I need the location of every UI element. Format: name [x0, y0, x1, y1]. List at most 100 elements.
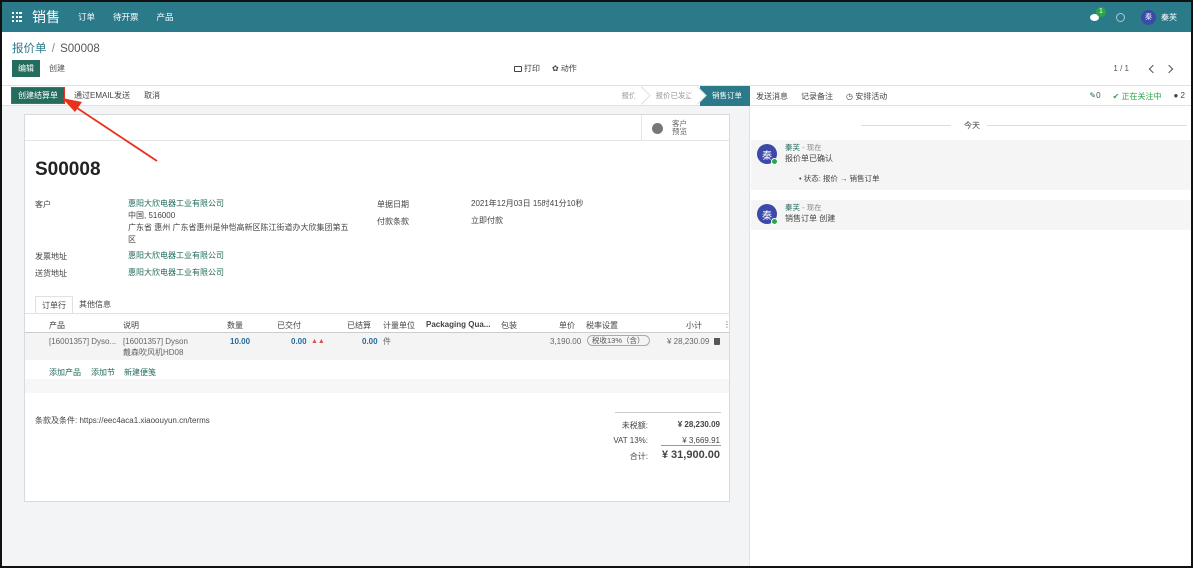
schedule-activity-button[interactable]: ◷ 安排活动: [846, 91, 887, 102]
edit-button[interactable]: 编辑: [12, 60, 40, 77]
col-package[interactable]: 包装: [501, 320, 517, 331]
tabs-divider: [25, 313, 729, 314]
attachment-button[interactable]: ✎0: [1089, 91, 1100, 102]
document-title: S00008: [35, 159, 101, 180]
sheet-button-box: 客户预览: [25, 115, 729, 141]
activity-clock-icon[interactable]: [1116, 12, 1125, 22]
stage-sales-order[interactable]: 销售订单: [700, 86, 750, 106]
send-message-button[interactable]: 发送消息: [756, 91, 788, 102]
line-product[interactable]: [16001357] Dyso...: [49, 337, 116, 347]
customer-label: 客户: [35, 200, 51, 209]
col-unit-price[interactable]: 单价: [559, 320, 575, 331]
add-product-link[interactable]: 添加产品: [49, 367, 81, 378]
log-note-button[interactable]: 记录备注: [801, 91, 833, 102]
col-quantity[interactable]: 数量: [227, 320, 243, 331]
tab-other-info[interactable]: 其他信息: [73, 296, 117, 314]
user-name[interactable]: 秦芙: [1161, 12, 1177, 23]
apps-menu-icon[interactable]: [12, 12, 22, 22]
invoice-address-label: 发票地址: [35, 252, 67, 261]
add-note-link[interactable]: 新建便笺: [124, 367, 156, 378]
payment-terms-value: 立即付款: [471, 216, 503, 225]
app-brand[interactable]: 销售: [32, 7, 60, 27]
user-avatar[interactable]: 秦: [1141, 9, 1156, 25]
line-tax-cell: 税收13%（含）: [587, 335, 650, 346]
col-invoiced[interactable]: 已结算: [347, 320, 371, 331]
tab-order-lines[interactable]: 订单行: [35, 296, 73, 314]
message-tracking: • 状态: 报价 → 销售订单: [799, 174, 880, 183]
pager-value[interactable]: 1 / 1: [1113, 61, 1129, 76]
breadcrumb-current: S00008: [60, 43, 100, 55]
pager-prev-icon[interactable]: [1148, 64, 1158, 73]
line-unit-price[interactable]: 3,190.00: [550, 337, 581, 347]
create-invoice-button[interactable]: 创建结算单: [11, 87, 65, 104]
terms-and-conditions: 条款及条件: https://eec4aca1.xiaoouyun.cn/ter…: [35, 416, 210, 425]
col-subtotal[interactable]: 小计: [686, 320, 702, 331]
customer-preview-button[interactable]: 客户预览: [641, 115, 729, 141]
chatter-topbar: 发送消息 记录备注 ◷ 安排活动 ✎0 ✔ 正在关注中 ● 2: [751, 86, 1191, 106]
chatter-message: 秦 秦芙 - 现在 销售订单 创建: [751, 200, 1191, 230]
attachment-count: 0: [1096, 91, 1101, 100]
column-options-icon[interactable]: ⋮: [723, 320, 731, 329]
menu-products[interactable]: 产品: [157, 11, 174, 23]
stage-quotation-sent[interactable]: 报价已发送: [644, 86, 701, 106]
gear-icon: ✿: [552, 64, 559, 73]
person-icon: ●: [1173, 91, 1179, 100]
chat-badge: 1: [1096, 6, 1106, 17]
line-uom[interactable]: 件: [383, 337, 391, 347]
col-delivered[interactable]: 已交付: [277, 320, 301, 331]
message-time: - 现在: [802, 143, 822, 152]
tracking-value: 状态: 报价 → 销售订单: [803, 174, 880, 183]
print-button[interactable]: 打印: [514, 61, 540, 76]
forecast-chart-icon[interactable]: ▲▲: [311, 337, 325, 347]
col-product[interactable]: 产品: [49, 320, 65, 331]
online-status-icon: [771, 158, 778, 165]
line-tax-tag[interactable]: 税收13%（含）: [587, 335, 650, 346]
create-button[interactable]: 创建: [49, 61, 65, 76]
message-author[interactable]: 秦芙: [785, 203, 800, 212]
col-tax[interactable]: 税率设置: [586, 320, 618, 331]
pager: 1 / 1: [1113, 61, 1177, 76]
customer-address-line3: 区: [128, 235, 136, 244]
line-description-1[interactable]: [16001357] Dyson: [123, 337, 188, 347]
trash-icon[interactable]: [714, 338, 720, 345]
breadcrumb-quotations[interactable]: 报价单: [12, 43, 47, 55]
followers-button[interactable]: ● 2: [1173, 91, 1185, 102]
cancel-button[interactable]: 取消: [144, 90, 160, 102]
line-subtotal: ¥ 28,230.09: [667, 337, 710, 346]
following-label: 正在关注中: [1121, 92, 1162, 101]
delivery-address-link[interactable]: 惠阳大欣电器工业有限公司: [128, 267, 224, 278]
chat-icon[interactable]: 1: [1090, 6, 1106, 22]
line-invoiced[interactable]: 0.00: [362, 337, 378, 347]
payment-terms-label: 付款条款: [377, 217, 409, 226]
pager-next-icon[interactable]: [1164, 64, 1174, 73]
following-button[interactable]: ✔ 正在关注中: [1113, 91, 1162, 102]
followers-count: 2: [1180, 91, 1185, 100]
stage-quotation[interactable]: 报价: [610, 86, 644, 106]
menu-to-invoice[interactable]: 待开票: [113, 11, 139, 23]
top-navbar: 销售 订单 待开票 产品 1 秦 秦芙: [2, 2, 1191, 32]
add-section-link[interactable]: 添加节: [91, 367, 115, 378]
online-status-icon: [771, 218, 778, 225]
message-body: 报价单已确认: [785, 154, 833, 163]
customer-address-line2: 广东省 惠州 广东省惠州是仲恺高新区陈江街道办大欣集团第五: [128, 223, 349, 232]
vat-value: ¥ 3,669.91: [682, 436, 720, 445]
grand-total-divider: [661, 445, 721, 446]
app-window: 销售 订单 待开票 产品 1 秦 秦芙 报价单 / S00008 编辑 创建 打…: [0, 0, 1193, 568]
untaxed-value: ¥ 28,230.09: [677, 420, 720, 429]
col-uom[interactable]: 计量单位: [383, 320, 415, 331]
invoice-address-link[interactable]: 惠阳大欣电器工业有限公司: [128, 250, 224, 261]
message-author[interactable]: 秦芙: [785, 143, 800, 152]
customer-preview-label: 客户预览: [672, 119, 687, 136]
line-description-2[interactable]: 戴森吹风机HD08: [123, 348, 183, 358]
line-quantity[interactable]: 10.00: [230, 337, 250, 347]
totals-divider: [615, 412, 721, 413]
col-description[interactable]: 说明: [123, 320, 139, 331]
col-packaging-qty[interactable]: Packaging Qua...: [426, 320, 490, 329]
action-button[interactable]: ✿ 动作: [552, 61, 577, 76]
customer-link[interactable]: 惠阳大欣电器工业有限公司: [128, 198, 224, 209]
menu-orders[interactable]: 订单: [78, 11, 95, 23]
send-email-button[interactable]: 通过EMAIL发送: [74, 90, 130, 102]
empty-row: [25, 379, 729, 393]
form-tabs: 订单行 其他信息: [35, 296, 117, 314]
line-delivered[interactable]: 0.00: [291, 337, 307, 347]
